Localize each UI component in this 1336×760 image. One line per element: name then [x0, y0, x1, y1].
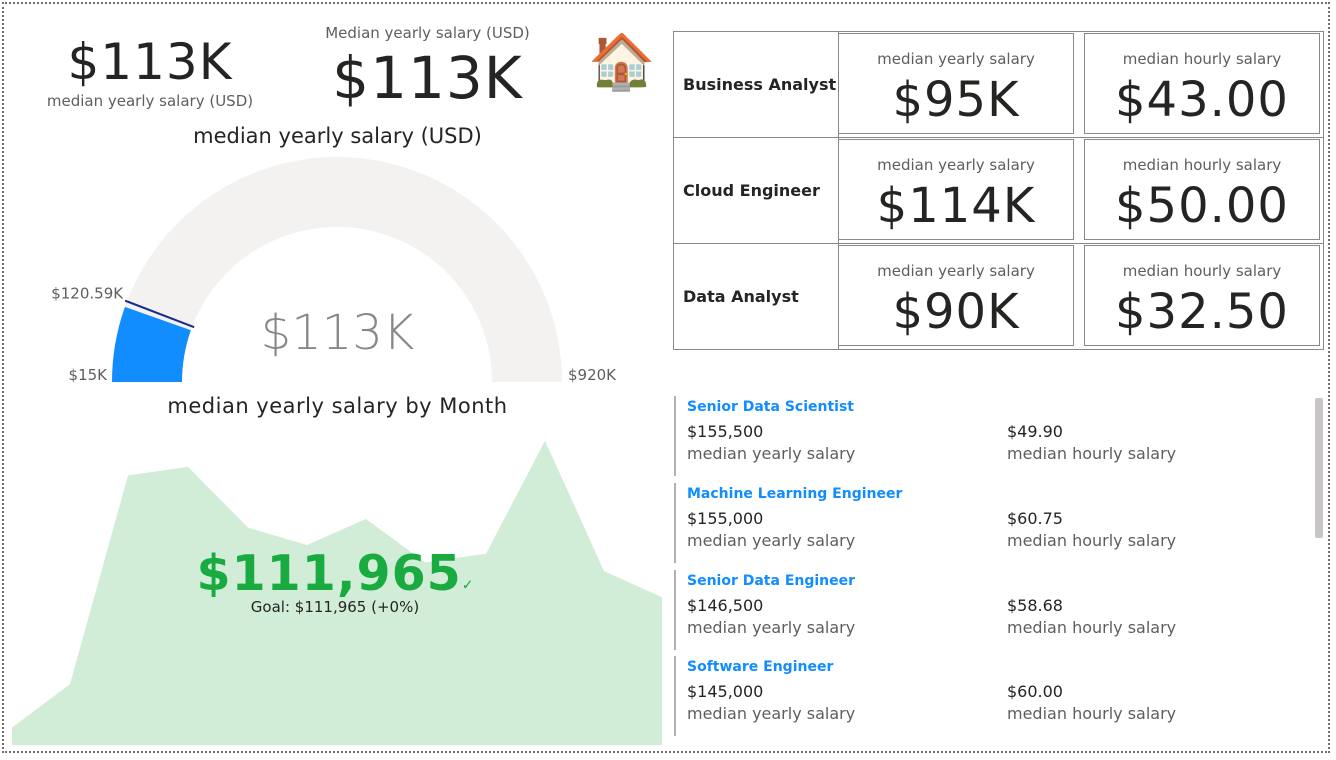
gauge-max-label: $920K	[568, 366, 617, 384]
cell-value: $32.50	[1115, 284, 1289, 340]
cell-label: median hourly salary	[1122, 262, 1282, 280]
item-hourly-value: $60.00	[1007, 682, 1063, 701]
card-median-salary-small[interactable]: $113K median yearly salary (USD)	[40, 30, 260, 110]
hourly-cell: median hourly salary $50.00	[1084, 139, 1320, 240]
card-value: $113K	[67, 33, 233, 91]
cell-value: $95K	[892, 72, 1020, 128]
list-scrollbar[interactable]	[1315, 398, 1323, 538]
item-yearly-label: median yearly salary	[687, 531, 856, 550]
gauge-target-label: $120.59K	[51, 285, 124, 303]
item-title: Software Engineer	[687, 659, 834, 675]
salary-matrix[interactable]: Business Analyst median yearly salary $9…	[673, 31, 1324, 350]
cell-label: median yearly salary	[877, 156, 1035, 174]
card-label: median yearly salary (USD)	[46, 92, 254, 110]
yearly-cell: median yearly salary $95K	[838, 33, 1074, 134]
kpi-value: $111,965	[196, 545, 462, 602]
item-yearly-value: $146,500	[687, 596, 764, 615]
checkmark-icon: ✓	[461, 577, 474, 594]
gauge-center-value: $113K	[260, 305, 415, 361]
cell-value: $90K	[892, 284, 1020, 340]
item-hourly-label: median hourly salary	[1007, 531, 1177, 550]
row-job-title: Business Analyst	[683, 75, 837, 94]
list-item[interactable]: Software Engineer $145,000 median yearly…	[674, 656, 1296, 736]
list-item[interactable]: Machine Learning Engineer $155,000 media…	[674, 483, 1296, 563]
cell-label: median yearly salary	[877, 50, 1035, 68]
kpi-indicator[interactable]: $111,965✓ Goal: $111,965 (+0%)	[170, 544, 500, 616]
cell-value: $114K	[876, 178, 1036, 234]
matrix-row[interactable]: Data Analyst median yearly salary $90K m…	[674, 243, 1323, 348]
yearly-cell: median yearly salary $114K	[838, 139, 1074, 240]
gauge-min-label: $15K	[69, 366, 109, 384]
cell-value: $50.00	[1115, 178, 1289, 234]
card-label: Median yearly salary (USD)	[325, 24, 530, 42]
item-title: Machine Learning Engineer	[687, 486, 903, 502]
card-value: $113K	[332, 44, 523, 112]
card-median-salary-large[interactable]: Median yearly salary (USD) $113K	[300, 24, 555, 114]
row-job-title: Data Analyst	[683, 287, 799, 306]
item-hourly-label: median hourly salary	[1007, 618, 1177, 637]
item-yearly-label: median yearly salary	[687, 704, 856, 723]
item-title: Senior Data Engineer	[687, 573, 856, 589]
cell-label: median yearly salary	[877, 262, 1035, 280]
item-yearly-value: $145,000	[687, 682, 764, 701]
matrix-row[interactable]: Business Analyst median yearly salary $9…	[674, 32, 1323, 137]
yearly-cell: median yearly salary $90K	[838, 245, 1074, 346]
gauge-title: median yearly salary (USD)	[193, 124, 482, 148]
cell-value: $43.00	[1115, 72, 1289, 128]
list-item[interactable]: Senior Data Engineer $146,500 median yea…	[674, 570, 1296, 650]
item-hourly-label: median hourly salary	[1007, 704, 1177, 723]
kpi-title: median yearly salary by Month	[167, 394, 508, 418]
item-hourly-value: $58.68	[1007, 596, 1063, 615]
hourly-cell: median hourly salary $43.00	[1084, 33, 1320, 134]
item-hourly-label: median hourly salary	[1007, 444, 1177, 463]
cell-label: median hourly salary	[1122, 156, 1282, 174]
item-yearly-label: median yearly salary	[687, 444, 856, 463]
item-yearly-value: $155,000	[687, 509, 764, 528]
cell-label: median hourly salary	[1122, 50, 1282, 68]
list-item[interactable]: Senior Data Scientist $155,500 median ye…	[674, 396, 1296, 476]
hourly-cell: median hourly salary $32.50	[1084, 245, 1320, 346]
item-yearly-label: median yearly salary	[687, 618, 856, 637]
item-yearly-value: $155,500	[687, 422, 764, 441]
row-job-title: Cloud Engineer	[683, 181, 820, 200]
matrix-row[interactable]: Cloud Engineer median yearly salary $114…	[674, 137, 1323, 242]
item-title: Senior Data Scientist	[687, 399, 854, 415]
item-hourly-value: $60.75	[1007, 509, 1063, 528]
item-hourly-value: $49.90	[1007, 422, 1063, 441]
house-icon: 🏠	[588, 30, 656, 93]
